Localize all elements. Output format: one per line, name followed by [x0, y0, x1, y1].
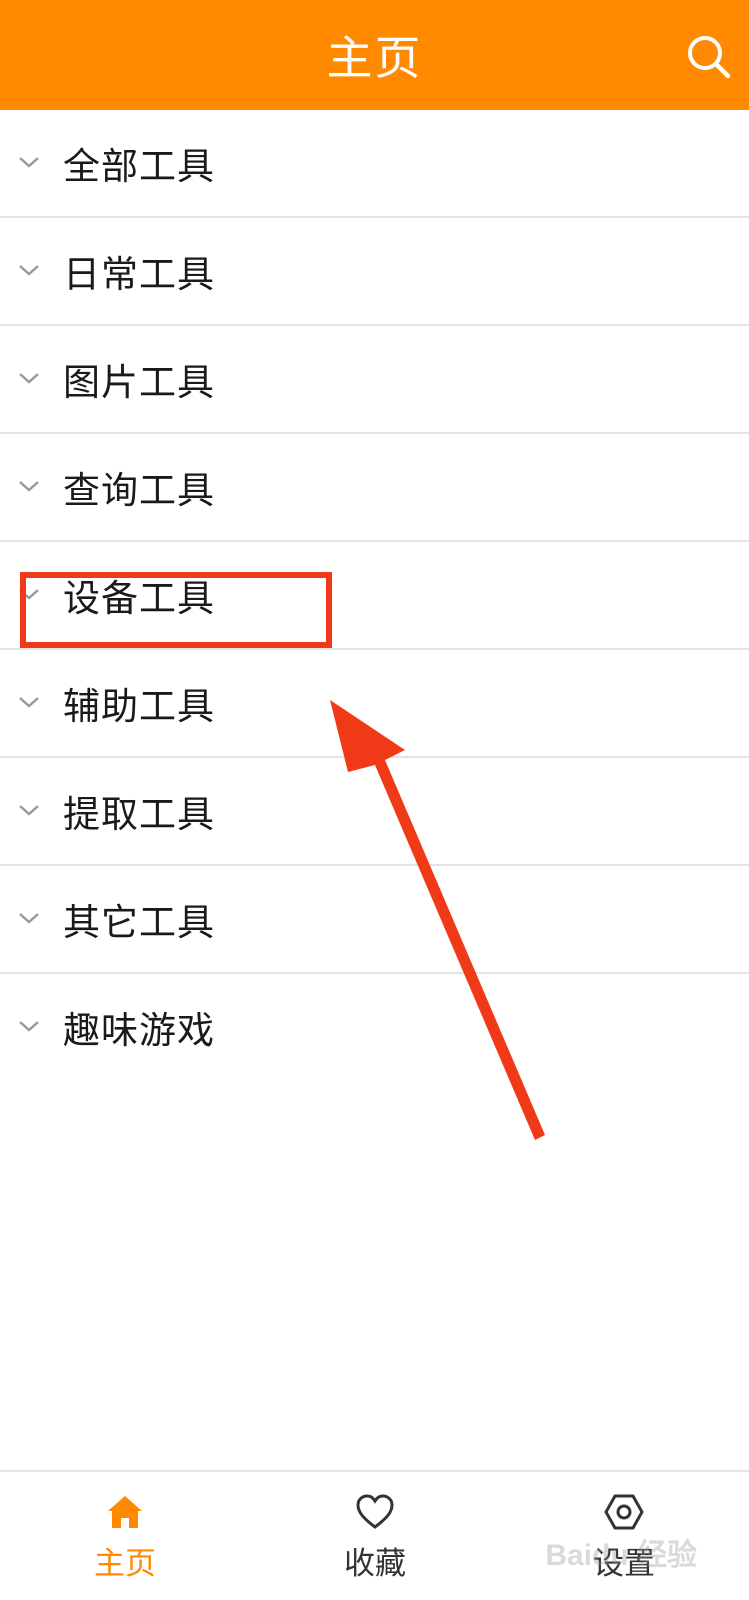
- chevron-down-icon: [19, 1021, 39, 1032]
- chevron-down-icon: [19, 913, 39, 924]
- category-label: 日常工具: [63, 253, 215, 296]
- category-label: 辅助工具: [63, 685, 215, 728]
- category-label: 其它工具: [63, 901, 215, 944]
- chevron-down-icon: [19, 805, 39, 816]
- heart-icon: [356, 1494, 394, 1529]
- home-icon: [108, 1496, 142, 1528]
- chevron-down-icon: [19, 265, 39, 276]
- search-icon[interactable]: [685, 33, 731, 79]
- category-item-image-tools[interactable]: 图片工具: [0, 326, 749, 434]
- category-item-query-tools[interactable]: 查询工具: [0, 434, 749, 542]
- chevron-down-icon: [19, 481, 39, 492]
- annotation-arrow-icon: [330, 700, 545, 1140]
- category-label: 提取工具: [63, 793, 215, 836]
- chevron-down-icon: [19, 697, 39, 708]
- category-label: 查询工具: [63, 469, 215, 512]
- tab-home[interactable]: 主页: [0, 1472, 250, 1600]
- chevron-down-icon: [19, 373, 39, 384]
- watermark: Baidu 经验: [545, 1539, 697, 1572]
- settings-icon: [604, 1494, 644, 1530]
- tab-favorites[interactable]: 收藏: [250, 1472, 500, 1600]
- tab-label: 主页: [94, 1546, 156, 1582]
- annotation-highlight-box: [20, 572, 332, 648]
- category-item-all-tools[interactable]: 全部工具: [0, 110, 749, 218]
- category-label: 图片工具: [63, 361, 215, 404]
- bottom-tab-bar: 主页 收藏 设置 Baidu 经验: [0, 1470, 749, 1600]
- app-header: 主页: [0, 0, 749, 110]
- category-label: 全部工具: [63, 145, 215, 188]
- category-item-daily-tools[interactable]: 日常工具: [0, 218, 749, 326]
- chevron-down-icon: [19, 157, 39, 168]
- page-title: 主页: [326, 31, 423, 85]
- category-label: 趣味游戏: [63, 1009, 215, 1052]
- tab-label: 收藏: [344, 1546, 406, 1582]
